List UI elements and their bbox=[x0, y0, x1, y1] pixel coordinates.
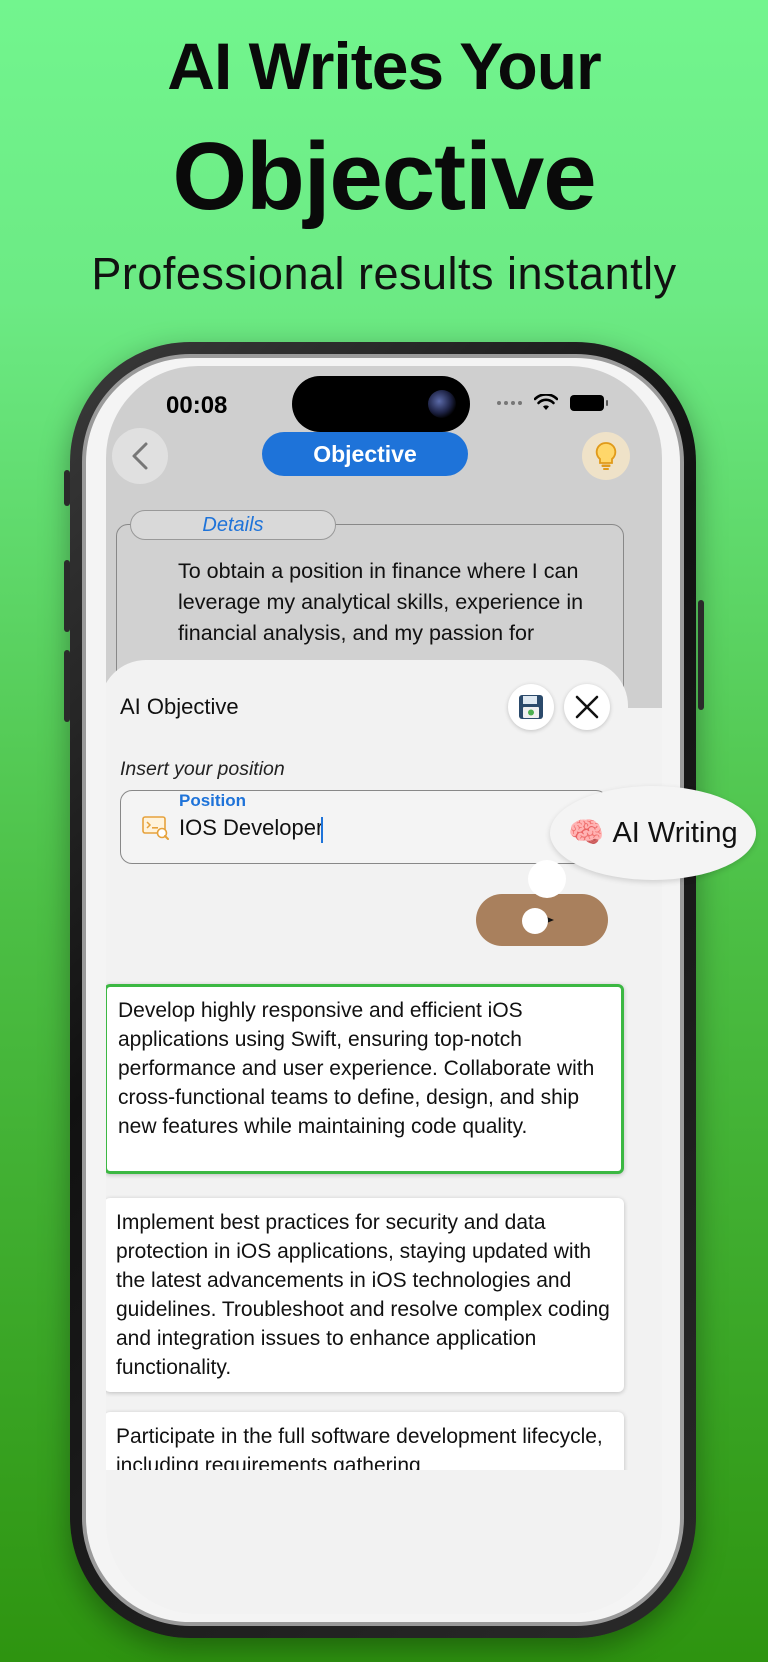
bubble-dot-small bbox=[522, 908, 548, 934]
position-field[interactable]: Position IOS Developer bbox=[120, 790, 608, 864]
phone-volume-down bbox=[64, 650, 70, 722]
camera-icon bbox=[428, 390, 456, 418]
text-caret bbox=[321, 817, 323, 843]
ai-writing-bubble: 🧠 AI Writing bbox=[550, 786, 756, 880]
phone-action-button bbox=[64, 470, 70, 506]
home-indicator-area bbox=[106, 1470, 662, 1614]
close-button[interactable] bbox=[564, 684, 610, 730]
status-icons bbox=[497, 394, 608, 412]
close-icon bbox=[575, 695, 599, 719]
phone-screen: 00:08 Objective Details To obtain a posi… bbox=[106, 366, 662, 1614]
wifi-icon bbox=[534, 394, 558, 410]
headline-line1: AI Writes Your bbox=[167, 29, 601, 103]
phone-volume-up bbox=[64, 560, 70, 632]
floppy-disk-icon bbox=[519, 695, 543, 719]
chevron-left-icon bbox=[132, 442, 148, 470]
lightbulb-icon bbox=[595, 442, 617, 470]
developer-screen-icon bbox=[142, 816, 169, 840]
phone-power-button bbox=[698, 600, 704, 710]
headline-line2: Objective bbox=[172, 123, 596, 230]
insert-position-label: Insert your position bbox=[120, 758, 285, 780]
battery-icon bbox=[570, 395, 608, 411]
tips-button[interactable] bbox=[582, 432, 630, 480]
signal-icon bbox=[497, 401, 522, 405]
dynamic-island bbox=[292, 376, 470, 432]
ai-writing-label: AI Writing bbox=[612, 816, 738, 849]
result-card[interactable]: Implement best practices for security an… bbox=[106, 1198, 624, 1392]
result-card[interactable]: Participate in the full software develop… bbox=[106, 1412, 624, 1474]
details-tab: Details bbox=[130, 510, 336, 540]
save-button[interactable] bbox=[508, 684, 554, 730]
headline-subtitle: Professional results instantly bbox=[91, 248, 677, 299]
bubble-dot-large bbox=[528, 860, 566, 898]
result-card-selected[interactable]: Develop highly responsive and efficient … bbox=[106, 984, 624, 1174]
back-button[interactable] bbox=[112, 428, 168, 484]
position-label: Position bbox=[179, 791, 247, 810]
details-text: To obtain a position in finance where I … bbox=[178, 559, 584, 645]
brain-icon: 🧠 bbox=[568, 817, 605, 849]
sheet-title: AI Objective bbox=[120, 694, 239, 719]
status-time: 00:08 bbox=[166, 392, 228, 419]
page-title: Objective bbox=[262, 432, 468, 476]
position-input[interactable]: IOS Developer bbox=[179, 815, 479, 841]
